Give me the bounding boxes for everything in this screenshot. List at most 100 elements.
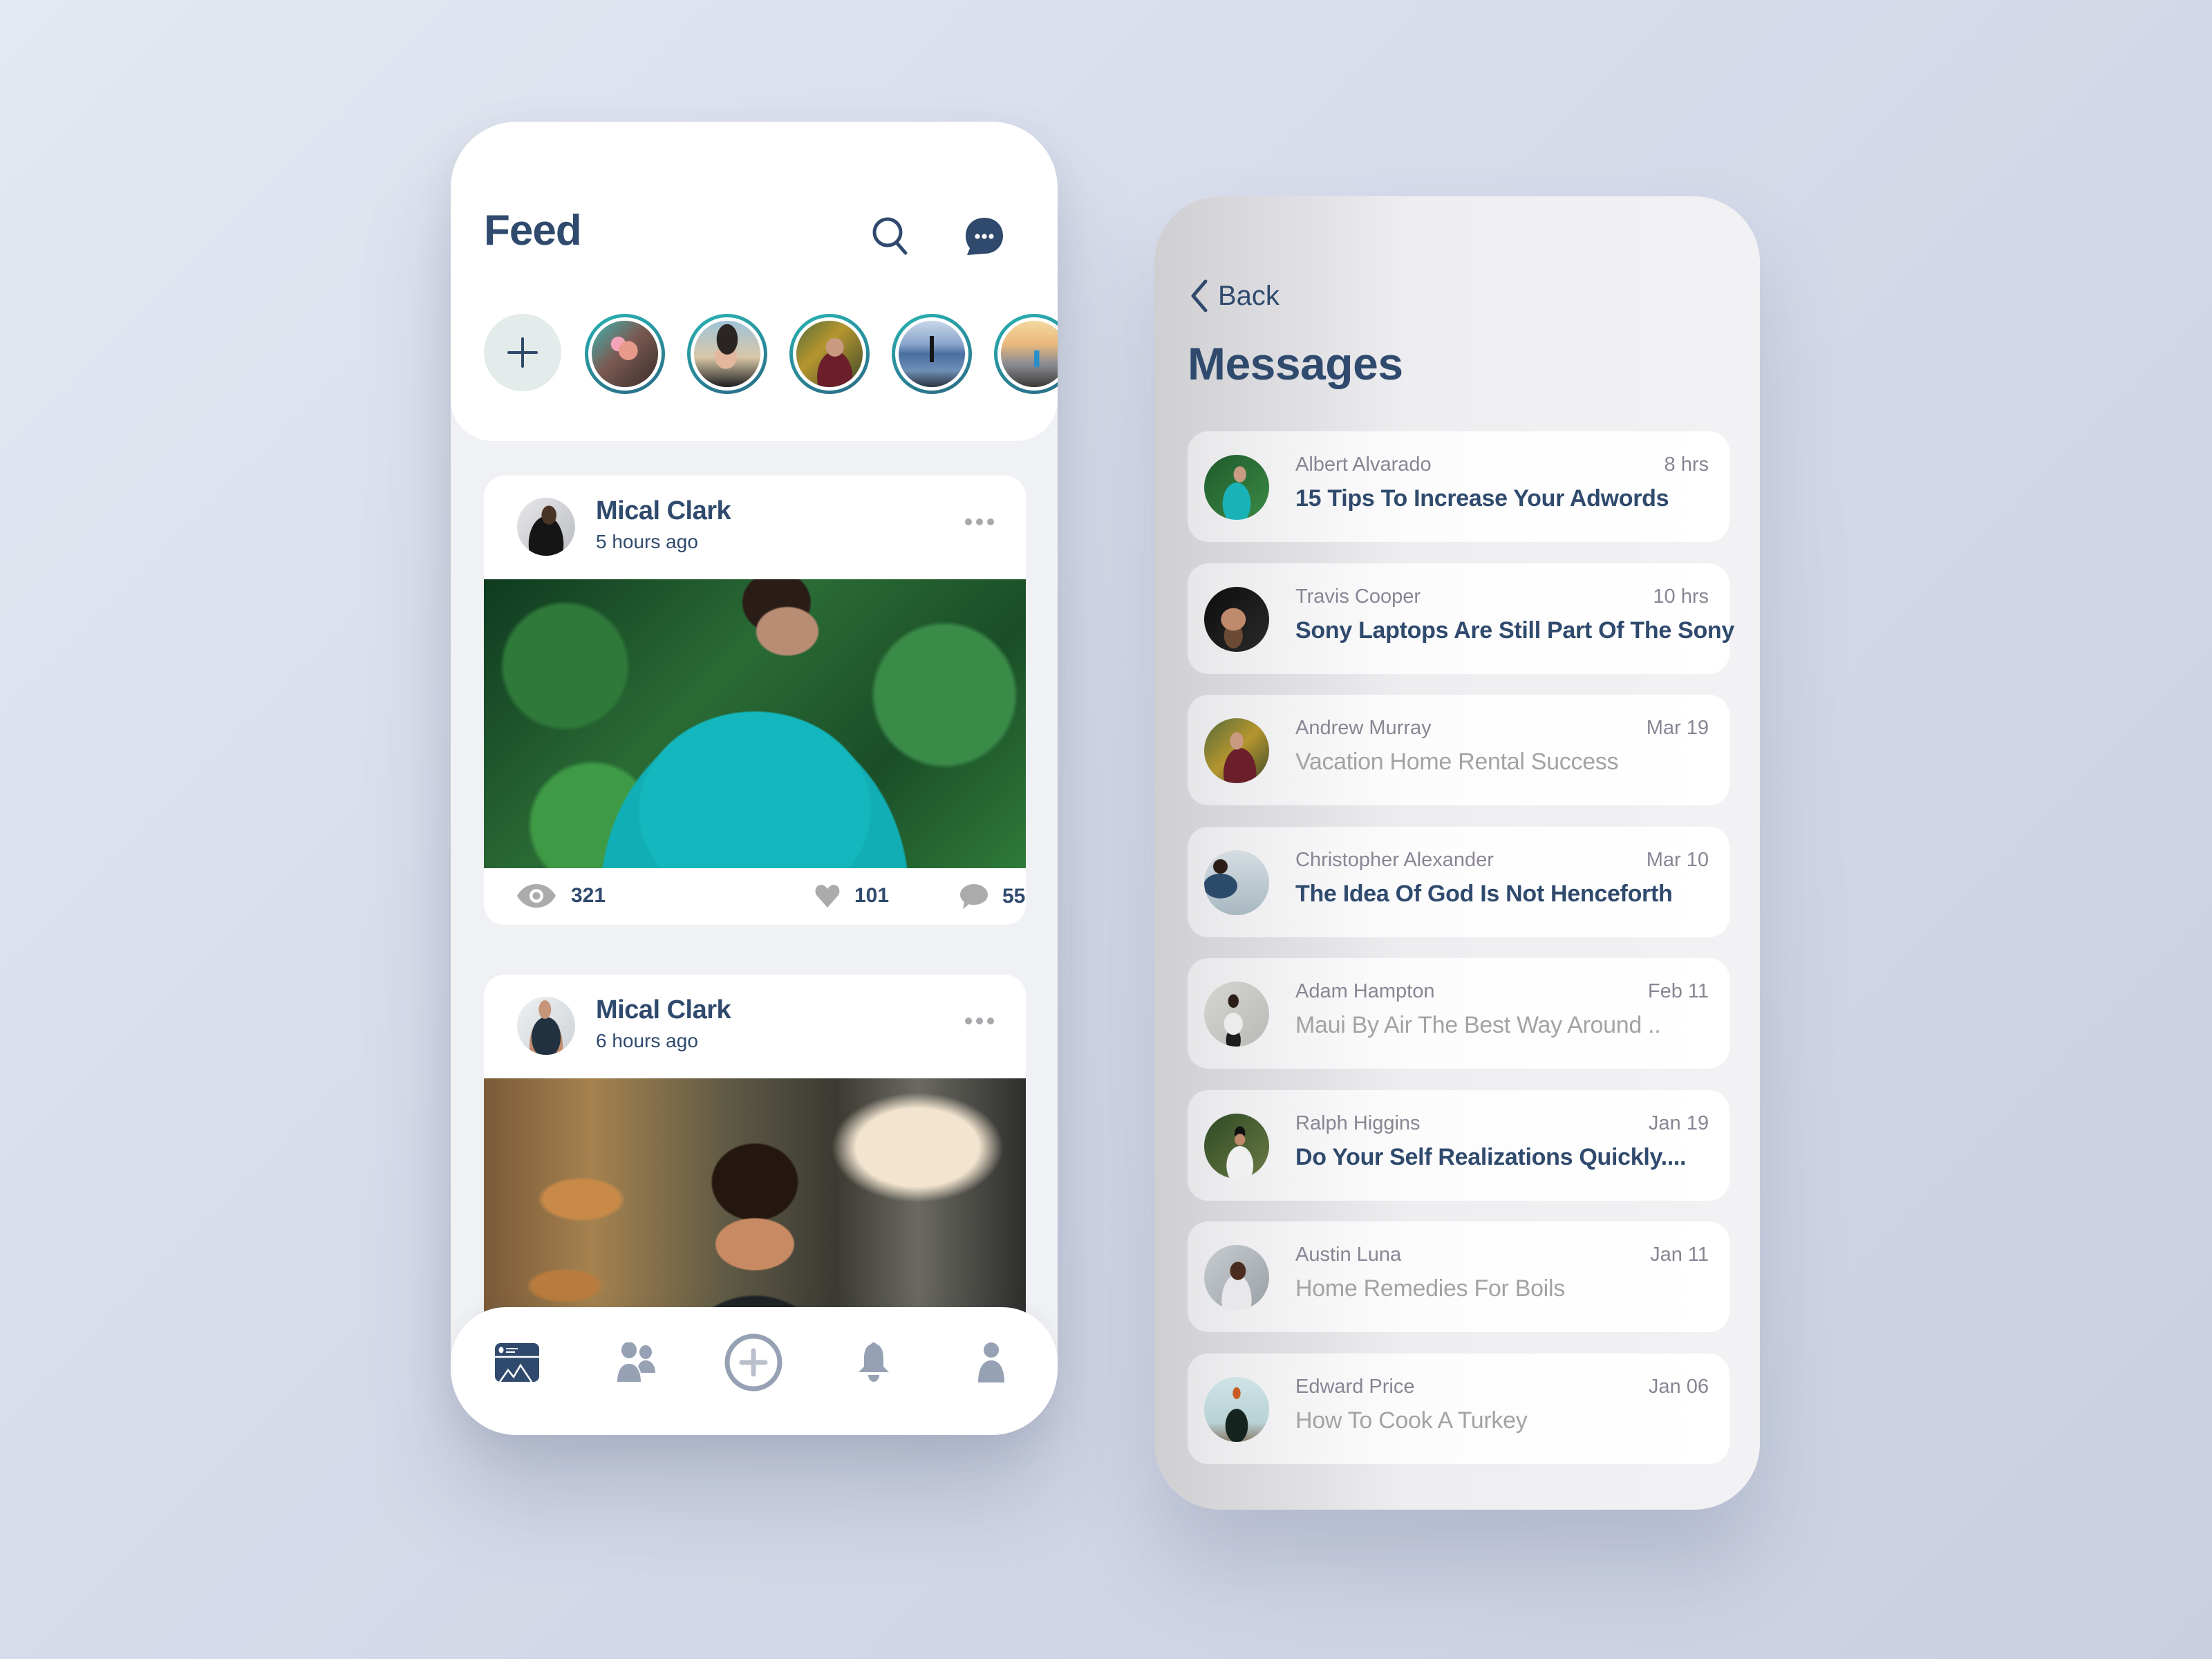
feed-icon (495, 1343, 539, 1382)
author-avatar[interactable] (517, 498, 575, 556)
page-title: Messages (1188, 338, 1403, 389)
author-avatar[interactable] (517, 997, 575, 1055)
nav-create[interactable] (719, 1328, 788, 1397)
more-dot (987, 1018, 994, 1024)
plus-icon (507, 337, 538, 368)
message-date: Jan 06 (1648, 1375, 1709, 1398)
story-photo (592, 321, 658, 387)
nav-profile[interactable] (957, 1328, 1026, 1397)
more-options-button[interactable] (961, 514, 998, 529)
views-stat: 321 (516, 883, 606, 908)
chat-bubble-icon (966, 218, 1003, 255)
message-date: 10 hrs (1653, 585, 1709, 608)
message-subject: Do Your Self Realizations Quickly.... (1295, 1143, 1687, 1170)
post-time: 6 hours ago (596, 1030, 698, 1051)
more-dot (976, 1018, 983, 1024)
bottom-navigation (451, 1307, 1058, 1435)
story-photo (694, 321, 760, 387)
search-button[interactable] (865, 212, 915, 261)
message-subject: The Idea Of God Is Not Henceforth (1295, 880, 1673, 907)
comments-count: 55 (1002, 885, 1026, 908)
message-subject: How To Cook A Turkey (1295, 1407, 1528, 1434)
message-item[interactable]: Edward Price Jan 06 How To Cook A Turkey (1188, 1353, 1730, 1464)
sender-name: Andrew Murray (1295, 717, 1432, 739)
sender-name: Edward Price (1295, 1375, 1415, 1398)
more-dot (965, 1018, 972, 1024)
message-subject: Home Remedies For Boils (1295, 1275, 1565, 1302)
back-label: Back (1218, 280, 1280, 311)
sender-avatar (1204, 982, 1269, 1047)
post-author[interactable]: Mical Clark (596, 995, 731, 1025)
message-subject: Vacation Home Rental Success (1295, 749, 1619, 775)
eye-icon (517, 884, 556, 908)
more-dot (987, 518, 994, 525)
sender-name: Austin Luna (1295, 1244, 1402, 1266)
story-avatar[interactable] (789, 314, 870, 394)
sender-avatar (1204, 1113, 1269, 1179)
sender-name: Travis Cooper (1295, 585, 1421, 608)
messages-button[interactable] (959, 212, 1009, 261)
message-item[interactable]: Travis Cooper 10 hrs Sony Laptops Are Stil… (1188, 563, 1734, 674)
story-photo (1001, 321, 1058, 387)
message-date: Jan 19 (1648, 1112, 1709, 1134)
message-item[interactable]: Adam Hampton Feb 11 Maui By Air The Best W… (1188, 958, 1730, 1069)
feed-screen: Feed Mical Clark 5 hours ago 321 101 55 … (451, 122, 1058, 1435)
likes-count: 101 (854, 884, 890, 907)
story-avatar[interactable] (585, 314, 665, 394)
bell-icon (859, 1342, 889, 1382)
message-item[interactable]: Austin Luna Jan 11 Home Remedies For Boils (1188, 1221, 1730, 1332)
post-image[interactable] (484, 579, 1026, 868)
more-dot (965, 518, 972, 525)
message-date: 8 hrs (1664, 453, 1709, 476)
sender-avatar (1204, 718, 1269, 783)
sender-name: Albert Alvarado (1295, 453, 1432, 476)
like-button[interactable]: 101 (814, 883, 889, 908)
post-author[interactable]: Mical Clark (596, 496, 731, 526)
comment-icon (960, 884, 988, 909)
back-button[interactable]: Back (1190, 279, 1280, 312)
sender-avatar (1204, 586, 1269, 652)
people-icon (615, 1342, 655, 1382)
sender-avatar (1204, 1376, 1269, 1442)
message-item[interactable]: Ralph Higgins Jan 19 Do Your Self Realizat… (1188, 1089, 1730, 1201)
sender-name: Ralph Higgins (1295, 1112, 1421, 1134)
chevron-left-icon (1191, 279, 1208, 312)
nav-notifications[interactable] (839, 1328, 908, 1397)
nav-feed[interactable] (482, 1328, 552, 1397)
story-avatar[interactable] (994, 314, 1058, 394)
add-story-button[interactable] (484, 314, 561, 391)
heart-icon (815, 885, 840, 908)
page-title: Feed (484, 207, 582, 254)
feed-header: Feed (451, 122, 1058, 441)
sender-avatar (1204, 850, 1269, 915)
add-circle-icon (724, 1333, 782, 1391)
message-item[interactable]: Christopher Alexander Mar 10 The Idea Of G… (1188, 826, 1730, 937)
messages-screen: Back Messages Albert Alvarado 8 hrs 15 Tip… (1154, 196, 1760, 1510)
story-photo (796, 321, 863, 387)
comment-button[interactable]: 55 (959, 883, 1025, 910)
sender-avatar (1204, 1245, 1269, 1310)
message-date: Feb 11 (1647, 980, 1709, 1002)
views-count: 321 (571, 884, 606, 907)
message-date: Mar 19 (1646, 717, 1709, 739)
post-stats: 321 101 55 (484, 868, 1026, 925)
post-card: Mical Clark 5 hours ago 321 101 55 (484, 476, 1026, 925)
more-dot (976, 518, 983, 525)
story-avatar[interactable] (687, 314, 767, 394)
message-item[interactable]: Andrew Murray Mar 19 Vacation Home Rental … (1188, 695, 1730, 805)
nav-friends[interactable] (601, 1328, 671, 1397)
message-date: Mar 10 (1646, 848, 1709, 871)
message-item[interactable]: Albert Alvarado 8 hrs 15 Tips To Increase … (1188, 431, 1730, 542)
user-icon (978, 1342, 1004, 1382)
stories-row (484, 314, 1058, 397)
sender-name: Christopher Alexander (1295, 848, 1494, 871)
message-subject: 15 Tips To Increase Your Adwords (1295, 485, 1669, 512)
sender-avatar (1204, 455, 1269, 520)
more-options-button[interactable] (961, 1013, 998, 1029)
message-subject: Sony Laptops Are Still Part Of The Sony (1295, 617, 1735, 644)
sender-name: Adam Hampton (1295, 980, 1435, 1002)
story-avatar[interactable] (892, 314, 972, 394)
message-subject: Maui By Air The Best Way Around .. (1295, 1012, 1661, 1038)
search-icon (872, 217, 908, 255)
message-date: Jan 11 (1650, 1244, 1709, 1266)
